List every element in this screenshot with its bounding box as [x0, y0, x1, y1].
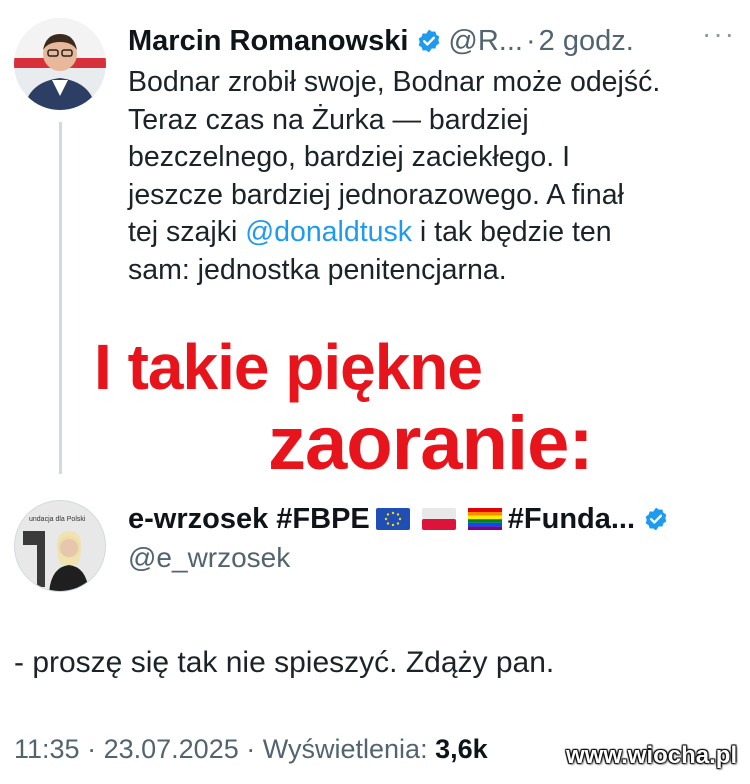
more-options-icon[interactable]: ··· — [702, 18, 736, 50]
author-name[interactable]: e-wrzosek #FBPE — [128, 503, 370, 536]
avatar[interactable]: undacja dla Polski — [14, 500, 106, 592]
tweet-header: e-wrzosek #FBPE #Funda... — [128, 498, 675, 540]
author-handle[interactable]: @R... — [448, 25, 523, 58]
watermark: www.wiocha.pl — [566, 742, 738, 769]
mention-link[interactable]: @donaldtusk — [245, 216, 412, 248]
tweet-text-line: tej szajki @donaldtusk i tak będzie ten — [128, 214, 738, 252]
verified-badge-icon — [645, 507, 667, 531]
tweet-time[interactable]: 2 godz. — [539, 25, 634, 58]
person-avatar-icon: undacja dla Polski — [15, 501, 105, 591]
rainbow-flag-icon — [467, 508, 502, 530]
avatar[interactable] — [14, 18, 106, 110]
avatar-caption: undacja dla Polski — [29, 516, 86, 523]
tweet-meta: 11:35 · 23.07.2025 · Wyświetlenia: 3,6k — [14, 734, 488, 765]
overlay-caption-line: I takie piękne — [94, 331, 483, 403]
thread-connector-line — [59, 122, 62, 474]
separator: · — [87, 734, 97, 764]
tweet-text: - proszę się tak nie spieszyć. Zdąży pan… — [14, 646, 555, 679]
views-count[interactable]: 3,6k — [435, 734, 488, 764]
eu-flag-icon — [375, 508, 410, 530]
tweet-text-line: sam: jednostka penitencjarna. — [128, 253, 507, 286]
author-name-suffix[interactable]: #Funda... — [508, 503, 635, 536]
author-name[interactable]: Marcin Romanowski — [128, 25, 408, 58]
poland-flag-icon — [421, 508, 456, 530]
views-label: Wyświetlenia: — [262, 734, 428, 764]
tweet-date[interactable]: 23.07.2025 — [104, 734, 239, 764]
tweet-text-line: Bodnar zrobił swoje, Bodnar może odejść. — [128, 66, 661, 98]
author-handle[interactable]: @e_wrzosek — [128, 542, 290, 574]
tweet-text-line: Teraz czas na Żurka — bardziej — [128, 103, 529, 136]
separator: · — [246, 734, 256, 764]
tweet-time[interactable]: 11:35 — [14, 734, 80, 764]
separator: · — [525, 24, 536, 57]
tweet-text-segment: i tak będzie ten — [412, 216, 612, 248]
tweet-text: Bodnar zrobił swoje, Bodnar może odejść.… — [128, 64, 738, 289]
tweet-text-segment: tej szajki — [128, 216, 246, 248]
tweet-text-line: jeszcze bardziej jednorazowego. A finał — [128, 178, 624, 211]
overlay-caption-line: zaoranie: — [268, 401, 594, 486]
tweet-text-line: bezczelnego, bardziej zaciekłego. I — [128, 141, 571, 173]
tweet-header: Marcin Romanowski @R... · 2 godz. — [128, 20, 634, 62]
person-avatar-icon — [14, 18, 106, 110]
verified-badge-icon — [419, 29, 440, 53]
